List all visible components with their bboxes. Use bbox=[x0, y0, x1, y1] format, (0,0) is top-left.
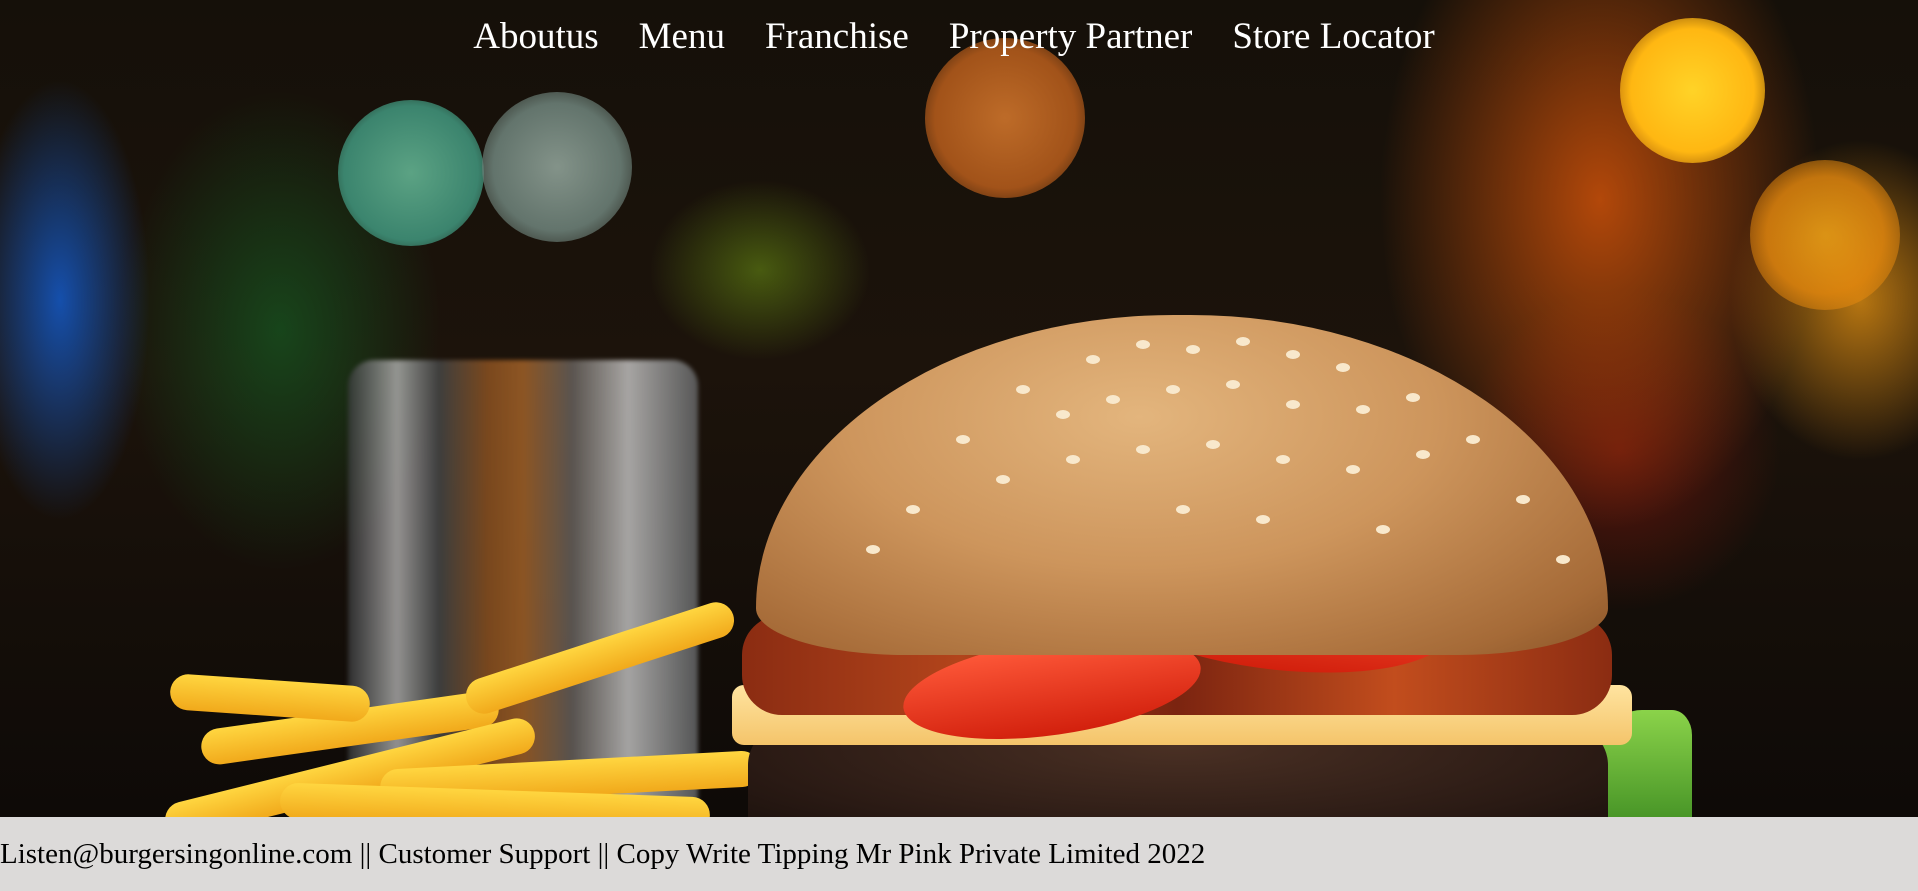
nav-item-menu[interactable]: Menu bbox=[639, 12, 725, 62]
footer-text: Listen@burgersingonline.com || Customer … bbox=[0, 838, 1205, 871]
bokeh-light bbox=[925, 38, 1085, 198]
footer: Listen@burgersingonline.com || Customer … bbox=[0, 817, 1918, 891]
nav-item-franchise[interactable]: Franchise bbox=[765, 12, 909, 62]
nav-item-store-locator[interactable]: Store Locator bbox=[1232, 12, 1434, 62]
nav-item-property-partner[interactable]: Property Partner bbox=[949, 12, 1193, 62]
bokeh-light bbox=[338, 100, 484, 246]
bokeh-light bbox=[482, 92, 632, 242]
bokeh-light bbox=[1750, 160, 1900, 310]
burger-bun bbox=[756, 315, 1608, 655]
main-nav: Aboutus Menu Franchise Property Partner … bbox=[0, 12, 1918, 62]
hero-image: Aboutus Menu Franchise Property Partner … bbox=[0, 0, 1918, 817]
footer-customer-support-link[interactable]: Customer Support bbox=[379, 838, 591, 870]
footer-email-link[interactable]: Listen@burgersingonline.com bbox=[0, 838, 352, 870]
nav-item-aboutus[interactable]: Aboutus bbox=[473, 12, 598, 62]
burger bbox=[732, 315, 1692, 817]
footer-separator: || bbox=[352, 837, 379, 870]
footer-separator: || bbox=[590, 837, 617, 870]
french-fries bbox=[160, 597, 761, 817]
footer-copyright: Copy Write Tipping Mr Pink Private Limit… bbox=[616, 837, 1206, 870]
